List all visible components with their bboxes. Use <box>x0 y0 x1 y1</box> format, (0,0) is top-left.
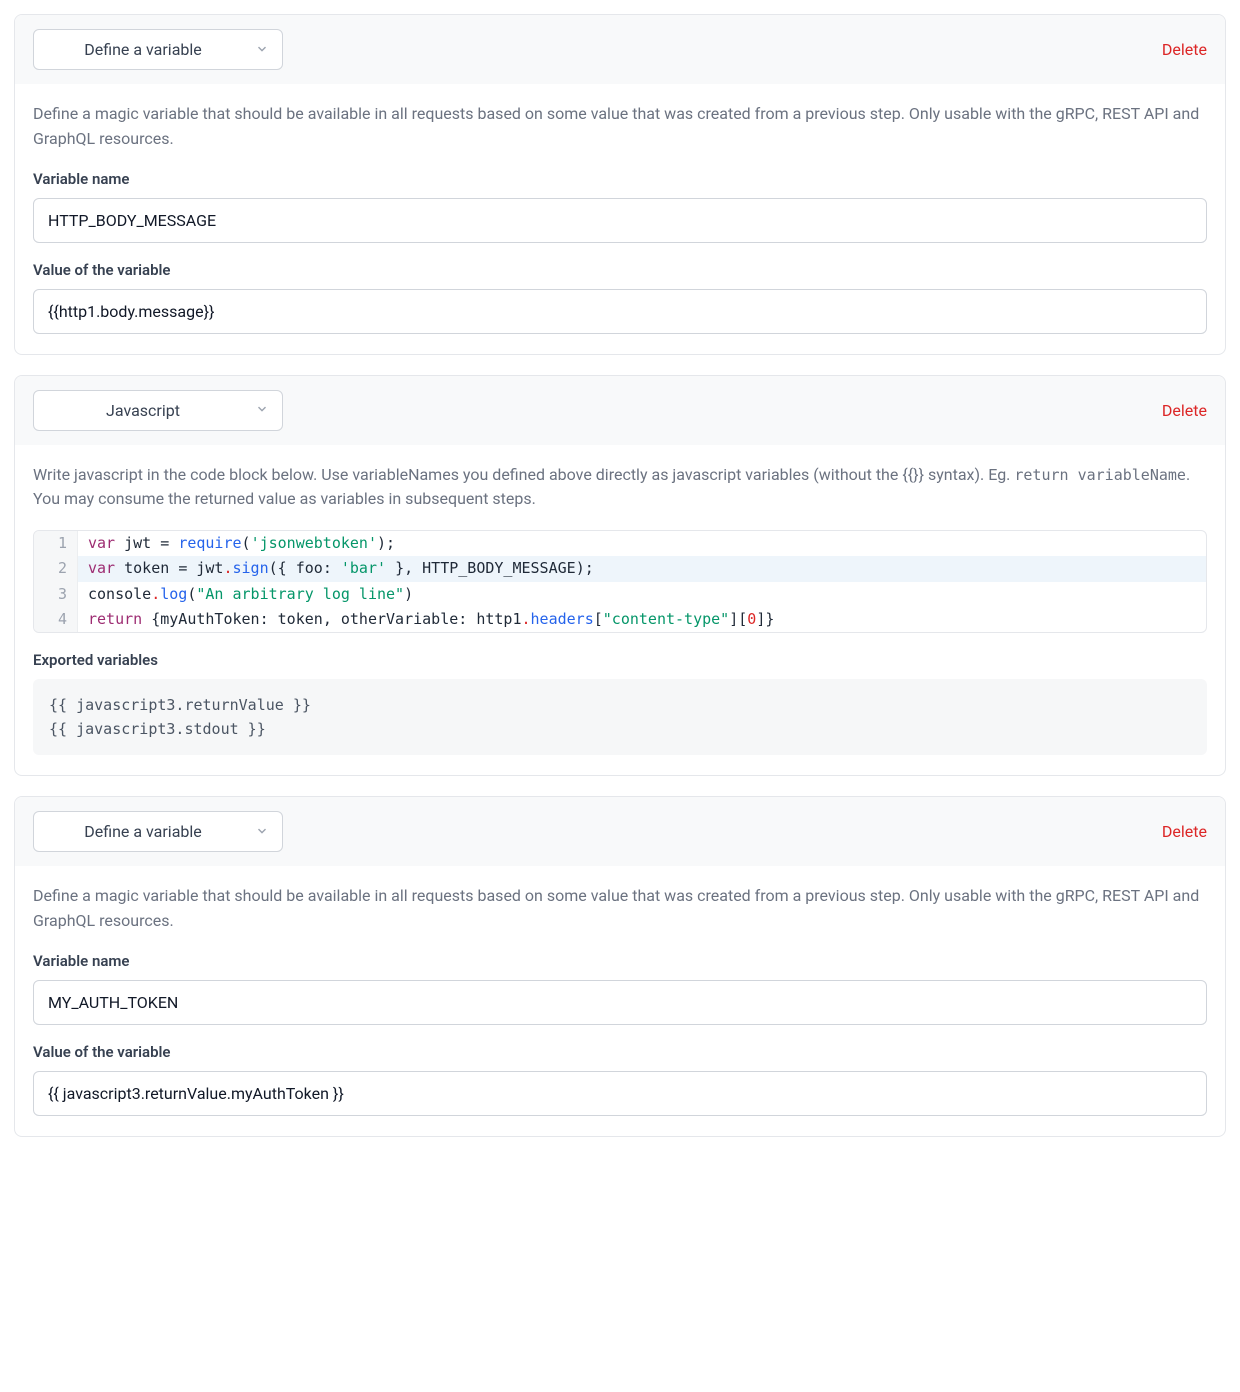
delete-button[interactable]: Delete <box>1162 40 1207 59</box>
variable-name-input[interactable] <box>33 198 1207 243</box>
code-line[interactable]: 3console.log("An arbitrary log line") <box>34 582 1206 607</box>
code-line[interactable]: 1var jwt = require('jsonwebtoken'); <box>34 531 1206 556</box>
card-body: Write javascript in the code block below… <box>15 445 1225 776</box>
variable-value-field: Value of the variable <box>33 261 1207 334</box>
step-card-2: Javascript Delete Write javascript in th… <box>14 375 1226 777</box>
variable-value-input[interactable] <box>33 289 1207 334</box>
card-body: Define a magic variable that should be a… <box>15 84 1225 354</box>
code-line[interactable]: 2var token = jwt.sign({ foo: 'bar' }, HT… <box>34 556 1206 581</box>
variable-value-label: Value of the variable <box>33 261 1207 279</box>
variable-value-field: Value of the variable <box>33 1043 1207 1116</box>
code-content[interactable]: return {myAuthToken: token, otherVariabl… <box>78 607 784 632</box>
code-content[interactable]: var token = jwt.sign({ foo: 'bar' }, HTT… <box>78 556 604 581</box>
help-text: Write javascript in the code block below… <box>33 463 1207 513</box>
variable-name-field: Variable name <box>33 952 1207 1025</box>
exported-variables-label: Exported variables <box>33 651 1207 669</box>
help-text-code: return variableName <box>1014 466 1186 484</box>
step-type-select-wrap: Define a variable <box>33 29 283 70</box>
gutter-line-number: 4 <box>34 607 78 632</box>
gutter-line-number: 3 <box>34 582 78 607</box>
help-text-pre: Write javascript in the code block below… <box>33 465 1014 484</box>
exported-variables-box: {{ javascript3.returnValue }} {{ javascr… <box>33 679 1207 755</box>
step-card-1: Define a variable Delete Define a magic … <box>14 14 1226 355</box>
code-content[interactable]: console.log("An arbitrary log line") <box>78 582 423 607</box>
card-header: Javascript Delete <box>15 376 1225 445</box>
variable-name-label: Variable name <box>33 170 1207 188</box>
code-editor[interactable]: 1var jwt = require('jsonwebtoken');2var … <box>33 530 1207 633</box>
card-body: Define a magic variable that should be a… <box>15 866 1225 1136</box>
card-header: Define a variable Delete <box>15 797 1225 866</box>
delete-button[interactable]: Delete <box>1162 401 1207 420</box>
step-type-select[interactable]: Javascript <box>33 390 283 431</box>
code-content[interactable]: var jwt = require('jsonwebtoken'); <box>78 531 405 556</box>
variable-name-input[interactable] <box>33 980 1207 1025</box>
delete-button[interactable]: Delete <box>1162 822 1207 841</box>
step-card-3: Define a variable Delete Define a magic … <box>14 796 1226 1137</box>
step-type-select[interactable]: Define a variable <box>33 29 283 70</box>
gutter-line-number: 2 <box>34 556 78 581</box>
variable-name-field: Variable name <box>33 170 1207 243</box>
step-type-select-wrap: Define a variable <box>33 811 283 852</box>
help-text: Define a magic variable that should be a… <box>33 102 1207 152</box>
step-type-select[interactable]: Define a variable <box>33 811 283 852</box>
step-type-select-wrap: Javascript <box>33 390 283 431</box>
variable-value-label: Value of the variable <box>33 1043 1207 1061</box>
variable-name-label: Variable name <box>33 952 1207 970</box>
help-text: Define a magic variable that should be a… <box>33 884 1207 934</box>
card-header: Define a variable Delete <box>15 15 1225 84</box>
gutter-line-number: 1 <box>34 531 78 556</box>
variable-value-input[interactable] <box>33 1071 1207 1116</box>
code-line[interactable]: 4return {myAuthToken: token, otherVariab… <box>34 607 1206 632</box>
